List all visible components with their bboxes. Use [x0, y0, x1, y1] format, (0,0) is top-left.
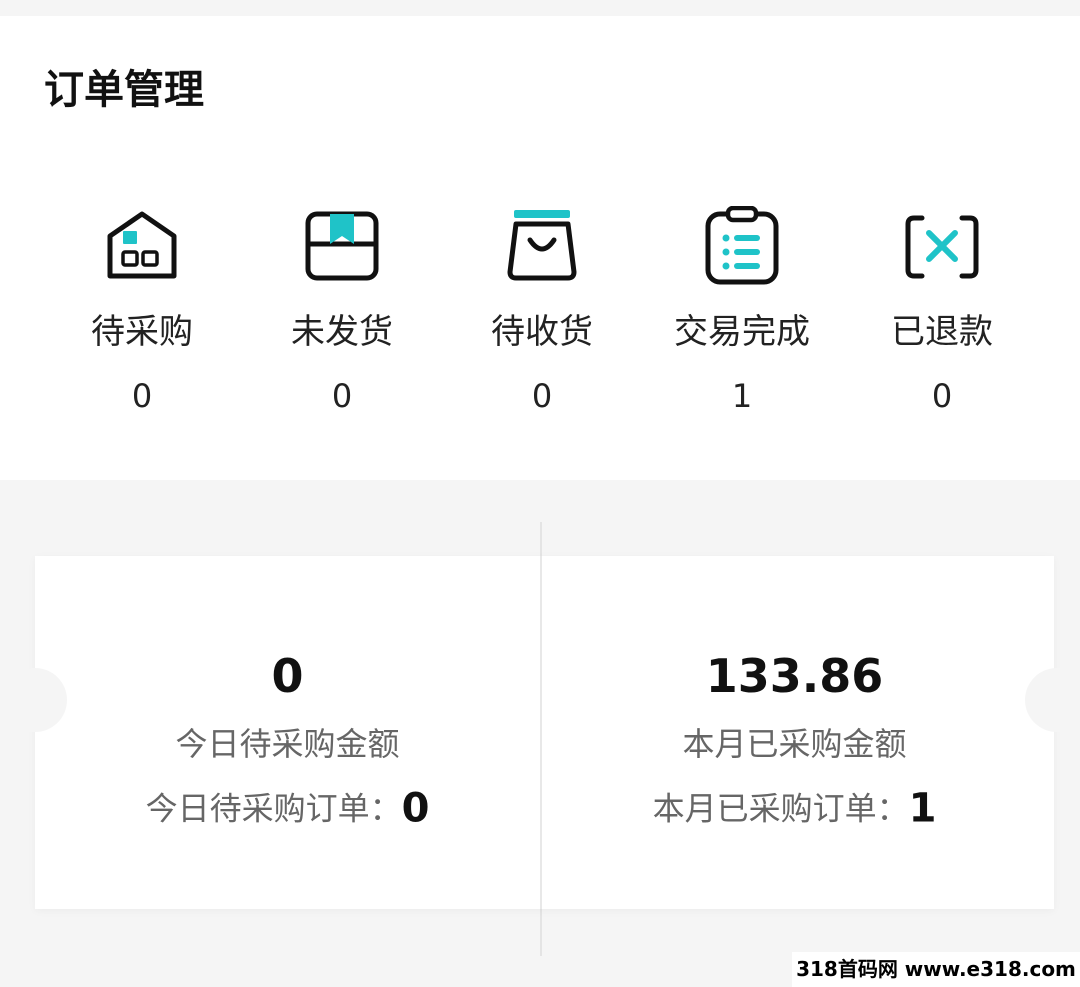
ticket-notch-left: [3, 668, 67, 732]
status-label: 未发货: [291, 312, 393, 352]
watermark-text: 318首码网 www.e318.com: [792, 952, 1080, 987]
section-title: 订单管理: [44, 67, 204, 113]
today-orders: 今日待采购订单：0: [35, 784, 540, 833]
status-item-pending-purchase[interactable]: 待采购 0: [42, 206, 242, 414]
today-amount-label: 今日待采购金额: [175, 725, 400, 763]
shopping-bag-icon: [502, 206, 582, 286]
status-item-not-shipped[interactable]: 未发货 0: [242, 206, 442, 414]
status-item-refunded[interactable]: 已退款 0: [842, 206, 1042, 414]
package-icon: [302, 206, 382, 286]
status-label: 待收货: [491, 312, 593, 352]
status-count: 0: [331, 377, 353, 415]
month-amount-label: 本月已采购金额: [682, 725, 907, 763]
month-orders-count: 1: [908, 785, 937, 832]
page: 订单管理 待采购 0 未发货 0 待收货 0 交易完成 1 已退款 0 0 今日…: [0, 0, 1080, 987]
status-count: 1: [731, 377, 753, 415]
refund-x-icon: [902, 206, 982, 286]
status-count: 0: [131, 377, 153, 415]
status-count: 0: [931, 377, 953, 415]
month-orders: 本月已采购订单：1: [542, 784, 1047, 833]
status-item-pending-receipt[interactable]: 待收货 0: [442, 206, 642, 414]
month-orders-label: 本月已采购订单：: [652, 789, 909, 828]
ticket-notch-right: [1025, 668, 1080, 732]
today-orders-count: 0: [401, 785, 430, 832]
purchase-stats-card: 0 今日待采购金额 今日待采购订单：0 133.86 本月已采购金额 本月已采购…: [35, 556, 1054, 909]
clipboard-list-icon: [702, 206, 782, 286]
status-count: 0: [531, 377, 553, 415]
order-management-card: 订单管理 待采购 0 未发货 0 待收货 0 交易完成 1 已退款 0: [0, 16, 1080, 480]
status-label: 已退款: [891, 312, 993, 352]
status-item-completed[interactable]: 交易完成 1: [642, 206, 842, 414]
house-icon: [102, 206, 182, 286]
order-status-row: 待采购 0 未发货 0 待收货 0 交易完成 1 已退款 0: [42, 206, 1042, 414]
status-label: 待采购: [91, 312, 193, 352]
today-orders-label: 今日待采购订单：: [145, 789, 402, 828]
today-amount: 0: [271, 649, 304, 703]
month-amount: 133.86: [705, 649, 884, 703]
status-label: 交易完成: [674, 312, 810, 352]
month-stats[interactable]: 133.86 本月已采购金额 本月已采购订单：1: [542, 556, 1047, 909]
today-stats[interactable]: 0 今日待采购金额 今日待采购订单：0: [35, 556, 540, 909]
